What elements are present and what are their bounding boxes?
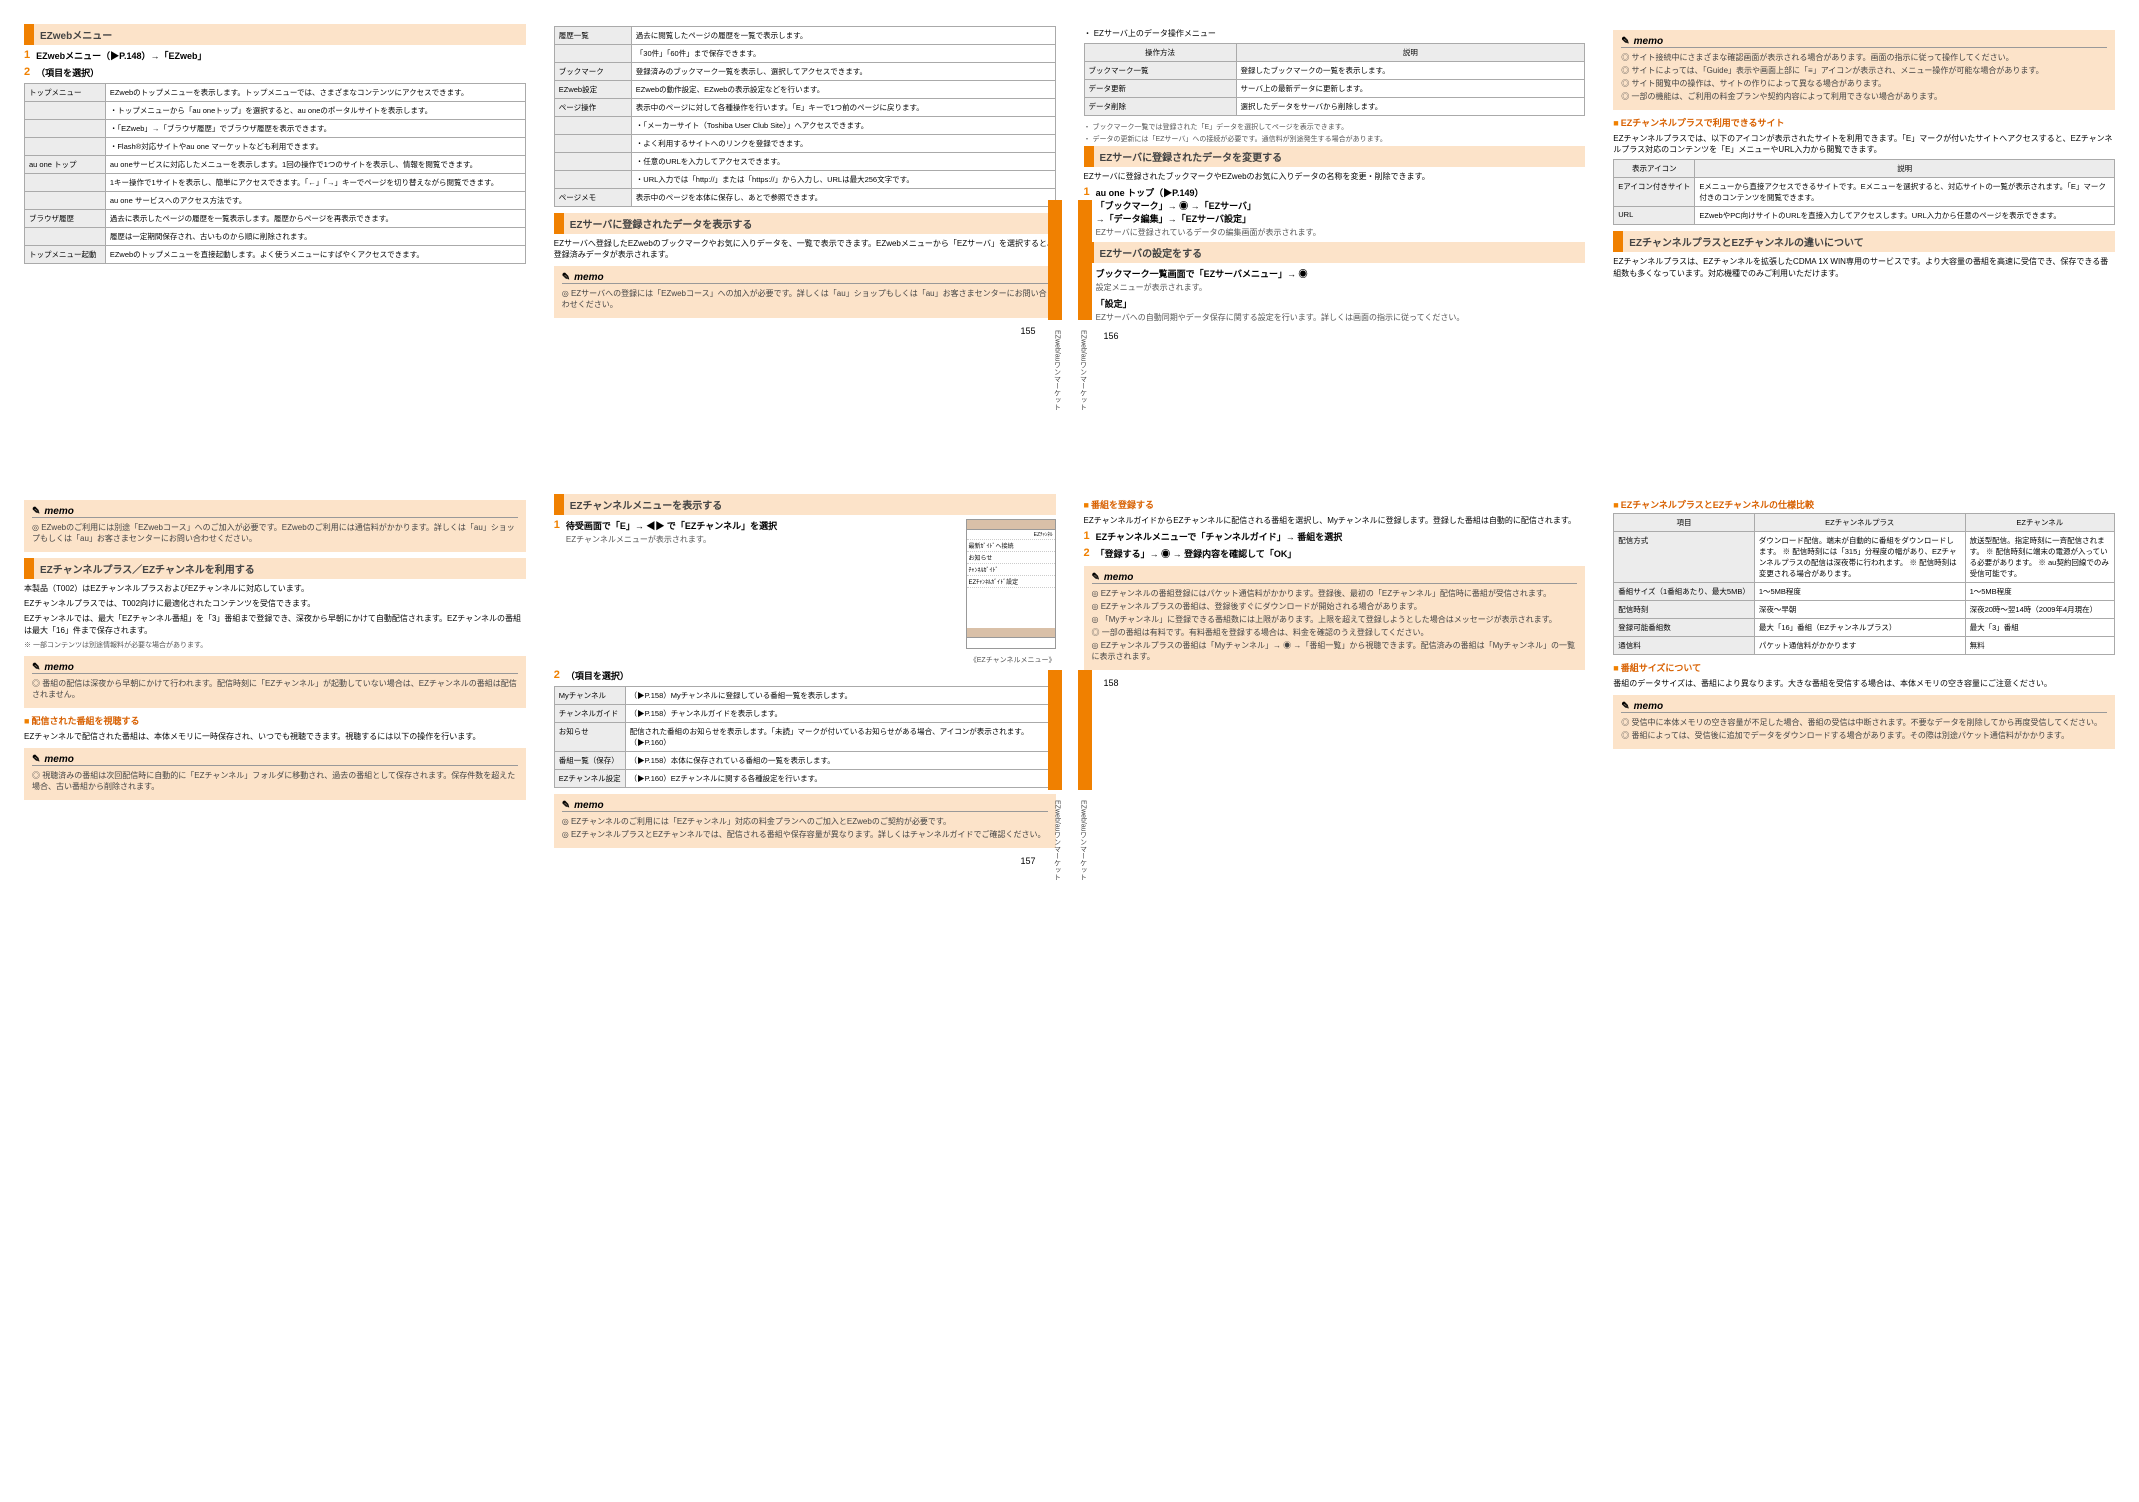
step-change-1: au one トップ（▶P.149） (1096, 186, 1586, 199)
step-change-2: 「ブックマーク」→ ◉ →「EZサーバ」 (1096, 199, 1586, 212)
memo-block: memo サイト接続中にさまざまな確認画面が表示される場合があります。画面の指示… (1613, 30, 2115, 110)
table-ezweb-menu-2: 履歴一覧過去に閲覧したページの履歴を一覧で表示します。 「30件」「60件」まで… (554, 26, 1056, 207)
step-change-sub: EZサーバに登録されているデータの編集画面が表示されます。 (1096, 227, 1586, 238)
step-number-1: 1 (1084, 186, 1090, 198)
body-compat-1: 本製品（T002）はEZチャンネルプラスおよびEZチャンネルに対応しています。 (24, 583, 526, 594)
memo-title: memo (32, 506, 518, 518)
body-connect: EZチャンネルプラスでは、以下のアイコンが表示されたサイトを利用できます。「E」… (1613, 133, 2115, 155)
body-ch: EZチャンネルガイドからEZチャンネルに配信される番組を選択し、Myチャンネルに… (1084, 515, 1586, 526)
thumb-tab: EZweb/auワンマーケット (1048, 670, 1062, 790)
page-155-left: EZwebメニュー 1 EZwebメニュー（▶P.148）→「EZweb」 2 … (20, 20, 530, 460)
subhead-connect: EZチャンネルプラスで利用できるサイト (1613, 116, 2115, 129)
step-disp-2-sub: EZサーバへの自動同期やデータ保存に関する設定を行います。詳しくは画面の指示に従… (1096, 312, 1586, 323)
section-heading-disp: EZサーバの設定をする (1084, 242, 1586, 263)
subhead-diff2: EZチャンネルプラスとEZチャンネルの仕様比較 (1613, 498, 2115, 511)
body-change: EZサーバに登録されたブックマークやEZwebのお気に入りデータの名称を変更・削… (1084, 171, 1586, 182)
note-1: ・ ブックマーク一覧では登録された「E」データを選択してページを表示できます。 (1084, 122, 1586, 132)
memo-block-2: memo 番組の配信は深夜から早朝にかけて行われます。配信時刻に「EZチャンネル… (24, 656, 526, 708)
section-heading-change: EZサーバに登録されたデータを変更する (1084, 146, 1586, 167)
body-size: 番組のデータサイズは、番組により異なります。大きな番組を受信する場合は、本体メモ… (1613, 678, 2115, 689)
page-156-right: memo サイト接続中にさまざまな確認画面が表示される場合があります。画面の指示… (1609, 20, 2119, 460)
thumb-tab: EZweb/auワンマーケット (1078, 200, 1092, 320)
body-diff: EZチャンネルプラスは、EZチャンネルを拡張したCDMA 1X WIN専用のサー… (1613, 256, 2115, 278)
body-ez-server: EZサーバへ登録したEZwebのブックマークやお気に入りデータを、一覧で表示でき… (554, 238, 1056, 260)
step-change-3: →「データ編集」→「EZサーバ設定」 (1096, 212, 1586, 225)
section-heading-diff: EZチャンネルプラスとEZチャンネルの違いについて (1613, 231, 2115, 252)
table-ezweb-menu: トップメニューEZwebのトップメニューを表示します。トップメニューでは、さまざ… (24, 83, 526, 264)
step-disp-1-sub: 設定メニューが表示されます。 (1096, 282, 1586, 293)
table-ops: 操作方法説明 ブックマーク一覧登録したブックマークの一覧を表示します。 データ更… (1084, 43, 1586, 116)
page-number: 158 (1084, 678, 1586, 688)
intro: ・ EZサーバ上のデータ操作メニュー (1084, 28, 1586, 39)
body-compat-3: EZチャンネルでは、最大「EZチャンネル番組」を「3」番組まで登録でき、深夜から… (24, 613, 526, 635)
memo-block: memo EZwebのご利用には別途「EZwebコース」へのご加入が必要です。E… (24, 500, 526, 552)
step-number-2: 2 (1084, 547, 1090, 559)
table-view: Myチャンネル（▶P.158）Myチャンネルに登録している番組一覧を表示します。… (554, 686, 1056, 788)
page-158-left: EZweb/auワンマーケット 番組を登録する EZチャンネルガイドからEZチャ… (1080, 490, 1590, 930)
memo-block: memo EZサーバへの登録には「EZwebコース」への加入が必要です。詳しくは… (554, 266, 1056, 318)
page-155-right: EZweb/auワンマーケット 履歴一覧過去に閲覧したページの履歴を一覧で表示し… (550, 20, 1060, 460)
section-heading-ez-server: EZサーバに登録されたデータを表示する (554, 213, 1056, 234)
step-ch-2: 「登録する」→ ◉ → 登録内容を確認して「OK」 (1096, 547, 1586, 560)
memo-title: memo (1621, 36, 2107, 48)
memo-block-3: memo 視聴済みの番組は次回配信時に自動的に「EZチャンネル」フォルダに移動さ… (24, 748, 526, 800)
page-158-right: EZチャンネルプラスとEZチャンネルの仕様比較 項目 EZチャンネルプラス EZ… (1609, 490, 2119, 930)
step-number-1: 1 (554, 519, 560, 531)
memo-title: memo (562, 272, 1048, 284)
subhead-deliver: 配信された番組を視聴する (24, 714, 526, 727)
step-view-1: 待受画面で「E」→ ◀▶ で「EZチャンネル」を選択 (566, 519, 960, 532)
step-view-1-sub: EZチャンネルメニューが表示されます。 (566, 534, 960, 545)
body-deliver: EZチャンネルで配信された番組は、本体メモリに一時保存され、いつでも視聴できます… (24, 731, 526, 742)
note-2: ・ データの更新には「EZサーバ」への接続が必要です。通信料が別途発生する場合が… (1084, 134, 1586, 144)
section-heading-ezweb-menu: EZwebメニュー (24, 24, 526, 45)
memo-title: memo (1092, 572, 1578, 584)
step-1-text: EZwebメニュー（▶P.148）→「EZweb」 (36, 49, 526, 62)
thumb-tab: EZweb/auワンマーケット (1048, 200, 1062, 320)
memo-block: memo EZチャンネルのご利用には「EZチャンネル」対応の料金プランへのご加入… (554, 794, 1056, 848)
memo-title: memo (32, 754, 518, 766)
memo-block: memo 受信中に本体メモリの空き容量が不足した場合、番組の受信は中断されます。… (1613, 695, 2115, 749)
memo-title: memo (1621, 701, 2107, 713)
page-number: 155 (554, 326, 1056, 336)
step-ch-1: EZチャンネルメニューで「チャンネルガイド」→ 番組を選択 (1096, 530, 1586, 543)
step-number-2: 2 (24, 66, 30, 78)
subhead-size: 番組サイズについて (1613, 661, 2115, 674)
page-156: EZweb/auワンマーケット ・ EZサーバ上のデータ操作メニュー 操作方法説… (1080, 20, 1590, 460)
page-157-right: EZweb/auワンマーケット EZチャンネルメニューを表示する EZﾁｬﾝﾈﾙ… (550, 490, 1060, 930)
step-2-text: （項目を選択） (36, 66, 526, 79)
body-compat-2: EZチャンネルプラスでは、T002向けに最適化されたコンテンツを受信できます。 (24, 598, 526, 609)
thumb-tab: EZweb/auワンマーケット (1078, 670, 1092, 790)
section-heading-view: EZチャンネルメニューを表示する (554, 494, 1056, 515)
subhead-ch: 番組を登録する (1084, 498, 1586, 511)
step-number-1: 1 (1084, 530, 1090, 542)
memo-title: memo (32, 662, 518, 674)
page-number: 156 (1084, 331, 1586, 341)
page-number: 157 (554, 856, 1056, 866)
phone-screenshot: EZﾁｬﾝﾈﾙ 最新ｶﾞｲﾄﾞへ接続 お知らせ ﾁｬﾝﾈﾙｶﾞｲﾄﾞ EZﾁｬﾝ… (966, 519, 1056, 649)
step-number-1: 1 (24, 49, 30, 61)
step-view-2: （項目を選択） (566, 669, 1056, 682)
page-157-left: memo EZwebのご利用には別途「EZwebコース」へのご加入が必要です。E… (20, 490, 530, 930)
section-heading-compat: EZチャンネルプラス／EZチャンネルを利用する (24, 558, 526, 579)
table-connect: 表示アイコン説明 Eアイコン付きサイトEメニューから直接アクセスできるサイトです… (1613, 159, 2115, 225)
memo-title: memo (562, 800, 1048, 812)
screen-caption: 《EZチャンネルメニュー》 (554, 655, 1056, 665)
step-disp-2: 「設定」 (1096, 297, 1586, 310)
memo-block: memo EZチャンネルの番組登録にはパケット通信料がかかります。登録後、最初の… (1084, 566, 1586, 670)
table-diff: 項目 EZチャンネルプラス EZチャンネル 配信方式ダウンロード配信。端末が自動… (1613, 513, 2115, 655)
step-number-2: 2 (554, 669, 560, 681)
note-compat: ※ 一部コンテンツは別途情報料が必要な場合があります。 (24, 640, 526, 650)
step-disp-1: ブックマーク一覧画面で「EZサーバメニュー」→ ◉ (1096, 267, 1586, 280)
